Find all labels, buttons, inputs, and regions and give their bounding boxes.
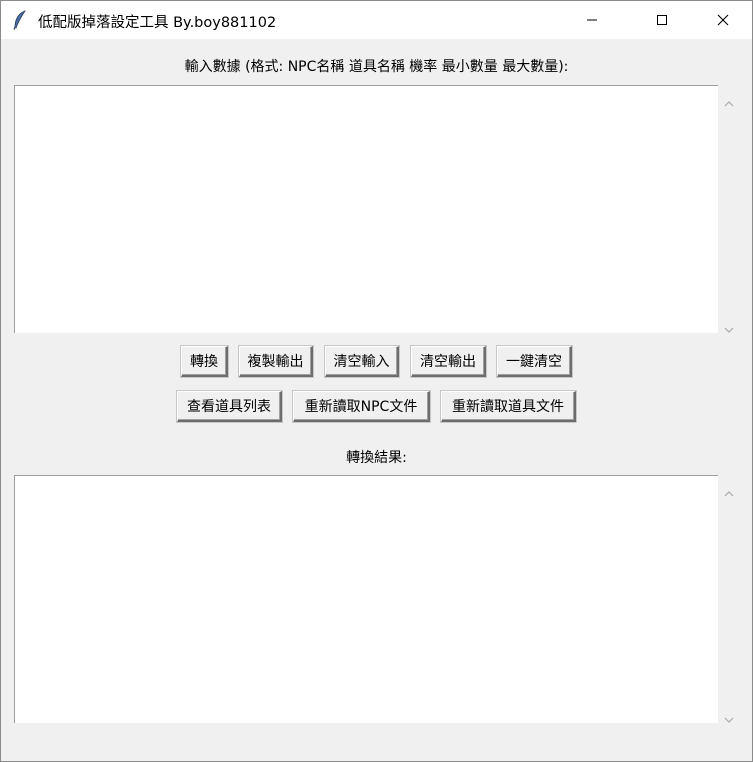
output-scrollbar[interactable] <box>720 475 738 723</box>
output-textarea[interactable] <box>14 475 718 723</box>
reload-npc-button[interactable]: 重新讀取NPC文件 <box>293 391 430 422</box>
reload-items-button[interactable]: 重新讀取道具文件 <box>441 391 576 422</box>
input-scrollbar[interactable] <box>720 85 738 333</box>
scroll-up-icon[interactable] <box>724 483 734 497</box>
window-title: 低配版掉落設定工具 By.boy881102 <box>38 15 277 31</box>
output-label: 轉換結果: <box>346 450 407 466</box>
copy-output-button[interactable]: 複製輸出 <box>239 346 313 377</box>
input-label: 輸入數據 (格式: NPC名稱 道具名稱 機率 最小數量 最大數量): <box>184 59 569 75</box>
app-window: 低配版掉落設定工具 By.boy881102 輸入數據 (格式: NPC名稱 道… <box>0 0 753 762</box>
close-icon <box>717 11 729 30</box>
minimize-icon <box>586 11 598 30</box>
clear-all-button[interactable]: 一鍵清空 <box>497 346 572 377</box>
maximize-button[interactable] <box>639 1 685 39</box>
clear-input-button[interactable]: 清空輸入 <box>325 346 399 377</box>
close-button[interactable] <box>700 1 746 39</box>
title-bar: 低配版掉落設定工具 By.boy881102 <box>1 1 752 39</box>
scroll-down-icon[interactable] <box>724 709 734 723</box>
view-items-button[interactable]: 查看道具列表 <box>177 391 282 422</box>
clear-output-button[interactable]: 清空輸出 <box>411 346 486 377</box>
scroll-up-icon[interactable] <box>724 93 734 107</box>
minimize-button[interactable] <box>569 1 615 39</box>
feather-icon <box>13 10 27 30</box>
input-textarea[interactable] <box>14 85 718 333</box>
convert-button[interactable]: 轉換 <box>181 346 228 377</box>
scroll-down-icon[interactable] <box>724 319 734 333</box>
maximize-icon <box>656 11 668 30</box>
